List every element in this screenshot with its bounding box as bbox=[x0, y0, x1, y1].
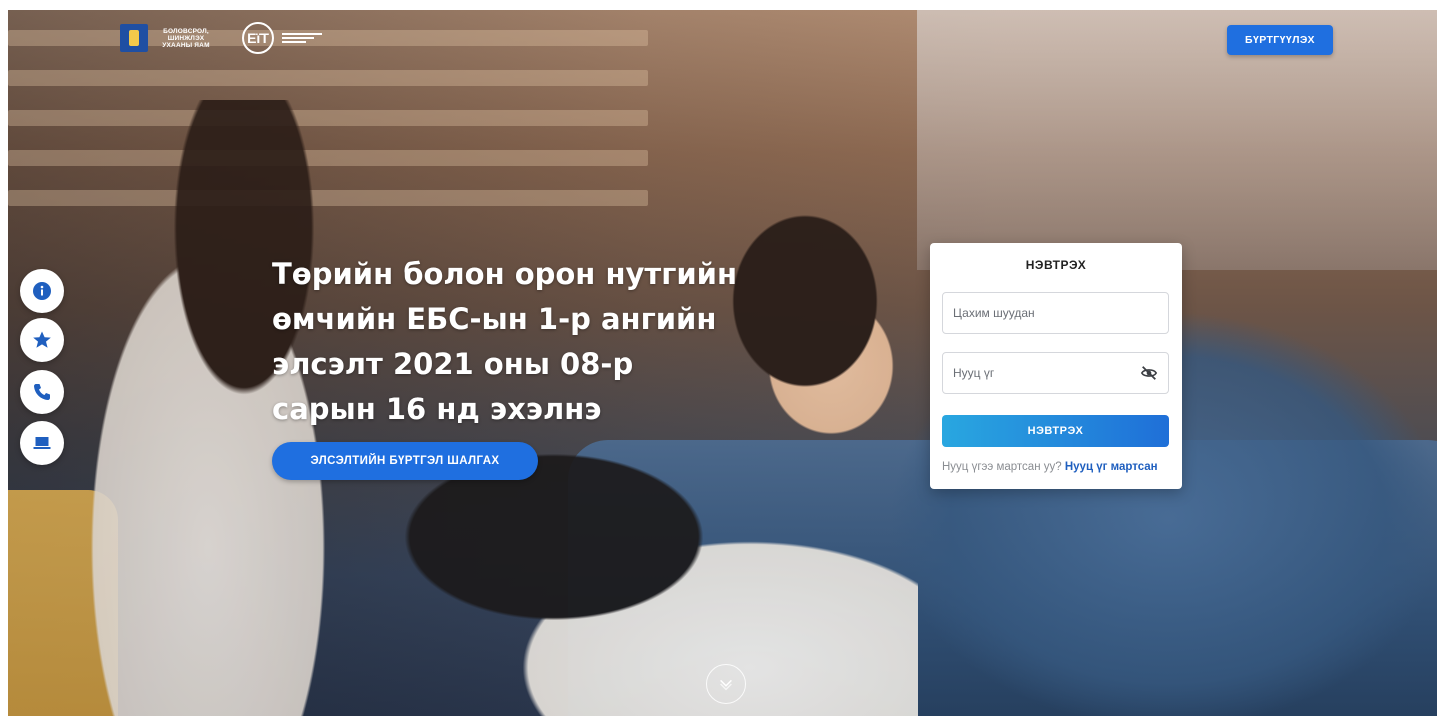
password-field-wrapper bbox=[942, 352, 1169, 394]
window-blind bbox=[8, 30, 648, 46]
header-logos: БОЛОВСРОЛ, ШИНЖЛЭХ УХААНЫ ЯАМ ЕїТ bbox=[120, 22, 322, 54]
favorites-button[interactable] bbox=[20, 318, 64, 362]
background-wall bbox=[917, 10, 1437, 270]
info-button[interactable] bbox=[20, 269, 64, 313]
info-icon bbox=[33, 282, 51, 300]
laptop-icon bbox=[33, 437, 51, 449]
email-field-wrapper bbox=[942, 292, 1169, 334]
login-title: НЭВТРЭХ bbox=[1025, 258, 1087, 272]
phone-button[interactable] bbox=[20, 370, 64, 414]
star-icon bbox=[33, 331, 51, 348]
scroll-down-button[interactable] bbox=[706, 664, 746, 704]
eit-logo-caption bbox=[282, 31, 322, 45]
ministry-name: БОЛОВСРОЛ, ШИНЖЛЭХ УХААНЫ ЯАМ bbox=[162, 27, 210, 49]
state-emblem-logo bbox=[120, 24, 148, 52]
forgot-password-row: Нууц үгээ мартсан уу? Нууц үг мартсан bbox=[942, 461, 1182, 473]
check-registration-button[interactable]: ЭЛСЭЛТИЙН БҮРТГЭЛ ШАЛГАХ bbox=[272, 442, 538, 480]
forgot-password-link[interactable]: Нууц үг мартсан bbox=[1065, 461, 1158, 473]
eye-slash-icon[interactable] bbox=[1140, 364, 1158, 382]
phone-icon bbox=[34, 384, 50, 400]
chevron-down-icon bbox=[720, 679, 732, 691]
login-submit-button[interactable]: НЭВТРЭХ bbox=[942, 415, 1169, 447]
email-input[interactable] bbox=[943, 293, 1153, 333]
login-card: НЭВТРЭХ НЭВТРЭХ Нууц үгээ мартсан уу? Ну… bbox=[930, 243, 1182, 489]
hero-headline: Төрийн болон орон нутгийн өмчийн ЕБС-ын … bbox=[272, 257, 738, 426]
father-figure bbox=[358, 450, 918, 716]
window-blind bbox=[8, 70, 648, 86]
laptop-button[interactable] bbox=[20, 421, 64, 465]
register-button[interactable]: БҮРТГҮҮЛЭХ bbox=[1227, 25, 1333, 55]
password-input[interactable] bbox=[943, 353, 1153, 393]
eit-logo: ЕїТ bbox=[242, 22, 274, 54]
forgot-password-question: Нууц үгээ мартсан уу? bbox=[942, 461, 1062, 473]
